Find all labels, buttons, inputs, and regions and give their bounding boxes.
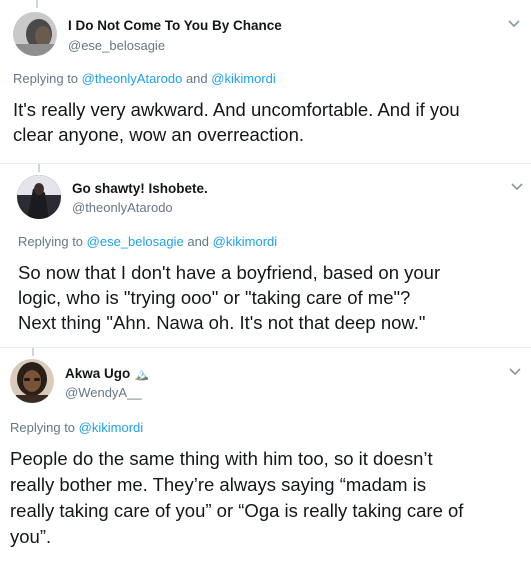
display-name[interactable]: Akwa Ugo 🏔️ xyxy=(65,366,149,381)
tweet-1[interactable]: I Do Not Come To You By Chance @ese_belo… xyxy=(0,0,531,163)
mention-link[interactable]: @theonlyAtarodo xyxy=(82,71,183,86)
replying-to: Replying to @theonlyAtarodo and @kikimor… xyxy=(13,71,276,86)
tweet-text: It's really very awkward. And uncomforta… xyxy=(13,97,460,147)
replying-and: and xyxy=(185,71,208,86)
mountain-emoji-icon: 🏔️ xyxy=(134,367,149,381)
tweet-text-line: logic, who is "trying ooo" or "taking ca… xyxy=(18,287,411,308)
chevron-down-icon[interactable] xyxy=(508,366,522,376)
chevron-down-icon[interactable] xyxy=(507,18,521,28)
thread-connector xyxy=(36,0,38,8)
chevron-down-icon[interactable] xyxy=(510,181,524,191)
tweet-text: People do the same thing with him too, s… xyxy=(10,446,463,550)
tweet-2[interactable]: Go shawty! Ishobete. @theonlyAtarodo Rep… xyxy=(0,164,531,347)
tweet-text-line: really taking care of you” or “Oga is re… xyxy=(10,500,464,521)
replying-to: Replying to @kikimordi xyxy=(10,420,143,435)
thread-connector xyxy=(38,164,40,172)
tweet-3[interactable]: Akwa Ugo 🏔️ @WendyA__ Replying to @kikim… xyxy=(0,348,531,566)
mention-link[interactable]: @ese_belosagie xyxy=(87,234,184,249)
mention-link[interactable]: @kikimordi xyxy=(211,71,275,86)
replying-prefix: Replying to xyxy=(10,420,76,435)
tweet-text: So now that I don't have a boyfriend, ba… xyxy=(18,260,440,335)
display-name-text: Akwa Ugo xyxy=(65,366,131,381)
avatar-image xyxy=(10,359,54,403)
mention-link[interactable]: @kikimordi xyxy=(213,234,277,249)
handle[interactable]: @theonlyAtarodo xyxy=(72,200,173,215)
avatar[interactable] xyxy=(17,175,61,219)
tweet-text-line: really bother me. They’re always saying … xyxy=(10,474,427,495)
handle[interactable]: @ese_belosagie xyxy=(68,38,165,53)
replying-prefix: Replying to xyxy=(18,234,84,249)
tweet-text-line: People do the same thing with him too, s… xyxy=(10,448,433,469)
display-name[interactable]: Go shawty! Ishobete. xyxy=(72,181,208,196)
display-name[interactable]: I Do Not Come To You By Chance xyxy=(68,18,282,33)
tweet-text-line: you”. xyxy=(10,526,52,547)
handle[interactable]: @WendyA__ xyxy=(65,385,142,400)
replying-prefix: Replying to xyxy=(13,71,79,86)
tweet-text-line: So now that I don't have a boyfriend, ba… xyxy=(18,262,441,283)
tweet-text-line: It's really very awkward. And uncomforta… xyxy=(13,99,460,120)
avatar[interactable] xyxy=(13,12,57,56)
mention-link[interactable]: @kikimordi xyxy=(79,420,143,435)
thread-connector xyxy=(32,348,34,356)
avatar-image xyxy=(17,175,61,219)
avatar-image xyxy=(13,12,57,56)
replying-and: and xyxy=(187,234,210,249)
tweet-text-line: Next thing "Ahn. Nawa oh. It's not that … xyxy=(18,312,426,333)
avatar[interactable] xyxy=(10,359,54,403)
replying-to: Replying to @ese_belosagie and @kikimord… xyxy=(18,234,277,249)
tweet-text-line: clear anyone, wow an overreaction. xyxy=(13,124,305,145)
